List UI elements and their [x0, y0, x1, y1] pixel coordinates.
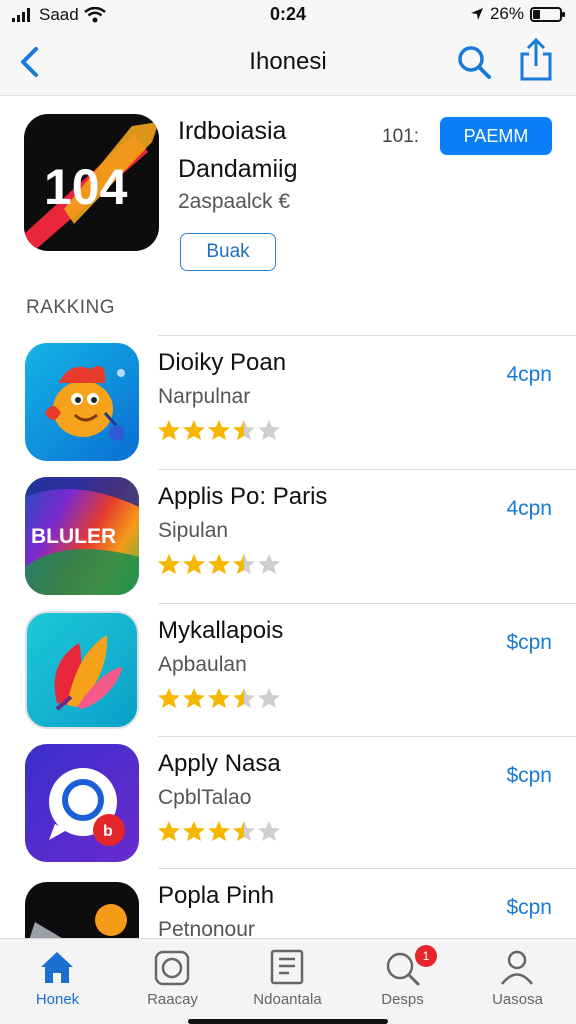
flag-stripe-icon: 104 — [24, 122, 159, 251]
price-button[interactable]: $cpn — [506, 631, 552, 655]
share-icon — [520, 37, 552, 81]
fish-character-icon — [25, 343, 139, 461]
divider — [158, 603, 576, 604]
price-button[interactable]: 4cpn — [506, 363, 552, 387]
star-full-icon — [183, 688, 205, 708]
list-item[interactable]: BLULER Applis Po: Paris Sipulan 4cpn — [0, 469, 576, 602]
notification-badge: 1 — [415, 945, 437, 967]
star-full-icon — [158, 821, 180, 841]
tab-profile[interactable]: Uasosa — [460, 939, 575, 1024]
app-category: Narpulnar — [158, 385, 251, 408]
document-icon — [270, 949, 304, 985]
star-full-icon — [158, 420, 180, 440]
tab-label: Ndoantala — [253, 991, 322, 1008]
price-button[interactable]: $cpn — [506, 764, 552, 788]
tab-label: Desps — [381, 991, 424, 1008]
price-button[interactable]: 4cpn — [506, 497, 552, 521]
featured-count: 101: — [382, 126, 419, 147]
tab-label: Raacay — [147, 991, 198, 1008]
star-rating — [157, 820, 281, 842]
divider — [158, 469, 576, 470]
app-name: Applis Po: Paris — [158, 483, 328, 510]
featured-title-line1: Irdboiasia — [178, 117, 287, 145]
camera-icon — [154, 950, 190, 986]
star-full-icon — [208, 821, 230, 841]
app-category: Sipulan — [158, 519, 229, 542]
app-category: Apbaulan — [158, 653, 247, 676]
section-title: RAKKING — [26, 297, 116, 318]
featured-subtitle: 2aspaalck € — [178, 190, 291, 213]
tab-label: Uasosa — [492, 991, 543, 1008]
divider — [158, 736, 576, 737]
divider — [158, 335, 576, 336]
tab-document[interactable]: Ndoantala — [230, 939, 345, 1024]
star-half-icon — [233, 420, 255, 440]
star-empty-icon — [258, 821, 280, 841]
home-icon — [41, 952, 73, 983]
featured-title-line2: Dandamiig — [178, 155, 298, 183]
featured-app-icon[interactable]: 104 — [24, 114, 159, 251]
list-item[interactable]: Dioiky Poan Narpulnar 4cpn — [0, 335, 576, 468]
battery-icon — [530, 6, 565, 22]
star-half-icon — [233, 688, 255, 708]
divider — [158, 868, 576, 869]
star-full-icon — [183, 821, 205, 841]
app-name: Apply Nasa — [158, 750, 281, 777]
featured-get-button[interactable]: PAEMM — [440, 117, 552, 155]
star-full-icon — [158, 554, 180, 574]
colorful-leaf-icon — [25, 611, 139, 729]
star-half-icon — [233, 554, 255, 574]
tab-camera[interactable]: Raacay — [115, 939, 230, 1024]
star-empty-icon — [258, 554, 280, 574]
star-empty-icon — [258, 688, 280, 708]
star-full-icon — [208, 554, 230, 574]
status-bar: Saad 0:24 26% — [0, 0, 576, 30]
search-icon — [458, 46, 491, 79]
star-full-icon — [208, 688, 230, 708]
share-button[interactable] — [516, 37, 556, 82]
home-indicator — [188, 1019, 388, 1024]
search-button[interactable] — [454, 42, 494, 82]
star-full-icon — [158, 688, 180, 708]
navigation-bar: Ihonesi — [0, 30, 576, 96]
battery-percent: 26% — [489, 4, 524, 23]
list-item[interactable]: b Apply Nasa CpblTalao $cpn — [0, 736, 576, 869]
list-item[interactable]: Mykallapois Apbaulan $cpn — [0, 603, 576, 736]
tab-label: Honek — [35, 991, 80, 1008]
price-button[interactable]: $cpn — [506, 896, 552, 920]
featured-icon-text: 104 — [44, 159, 128, 215]
featured-outline-button[interactable]: Buak — [180, 233, 276, 271]
tab-home[interactable]: Honek — [0, 939, 115, 1024]
tab-search[interactable]: 1 Desps — [345, 939, 460, 1024]
star-full-icon — [183, 420, 205, 440]
featured-app: 104 Irdboiasia Dandamiig 2aspaalck € Bua… — [0, 96, 576, 286]
star-empty-icon — [258, 420, 280, 440]
battery-status: 26% — [470, 4, 565, 24]
location-arrow-icon — [470, 8, 483, 20]
app-name: Popla Pinh — [158, 882, 275, 909]
star-full-icon — [183, 554, 205, 574]
app-icon-text: BLULER — [31, 525, 116, 548]
star-rating — [157, 687, 281, 709]
app-name: Mykallapois — [158, 617, 284, 644]
star-rating — [157, 553, 281, 575]
app-category: CpblTalao — [158, 786, 252, 809]
chat-bubble-icon: b — [25, 744, 139, 862]
tab-bar: Honek Raacay Ndoantala 1 Desps Uasosa — [0, 938, 576, 1024]
person-icon — [501, 950, 533, 985]
battery-fill — [533, 9, 540, 19]
star-rating — [157, 419, 281, 441]
star-full-icon — [208, 420, 230, 440]
bluler-app-icon: BLULER — [25, 477, 139, 595]
star-half-icon — [233, 821, 255, 841]
app-icon-text: b — [103, 823, 113, 840]
featured-title: Irdboiasia Dandamiig — [178, 112, 378, 188]
app-name: Dioiky Poan — [158, 349, 287, 376]
